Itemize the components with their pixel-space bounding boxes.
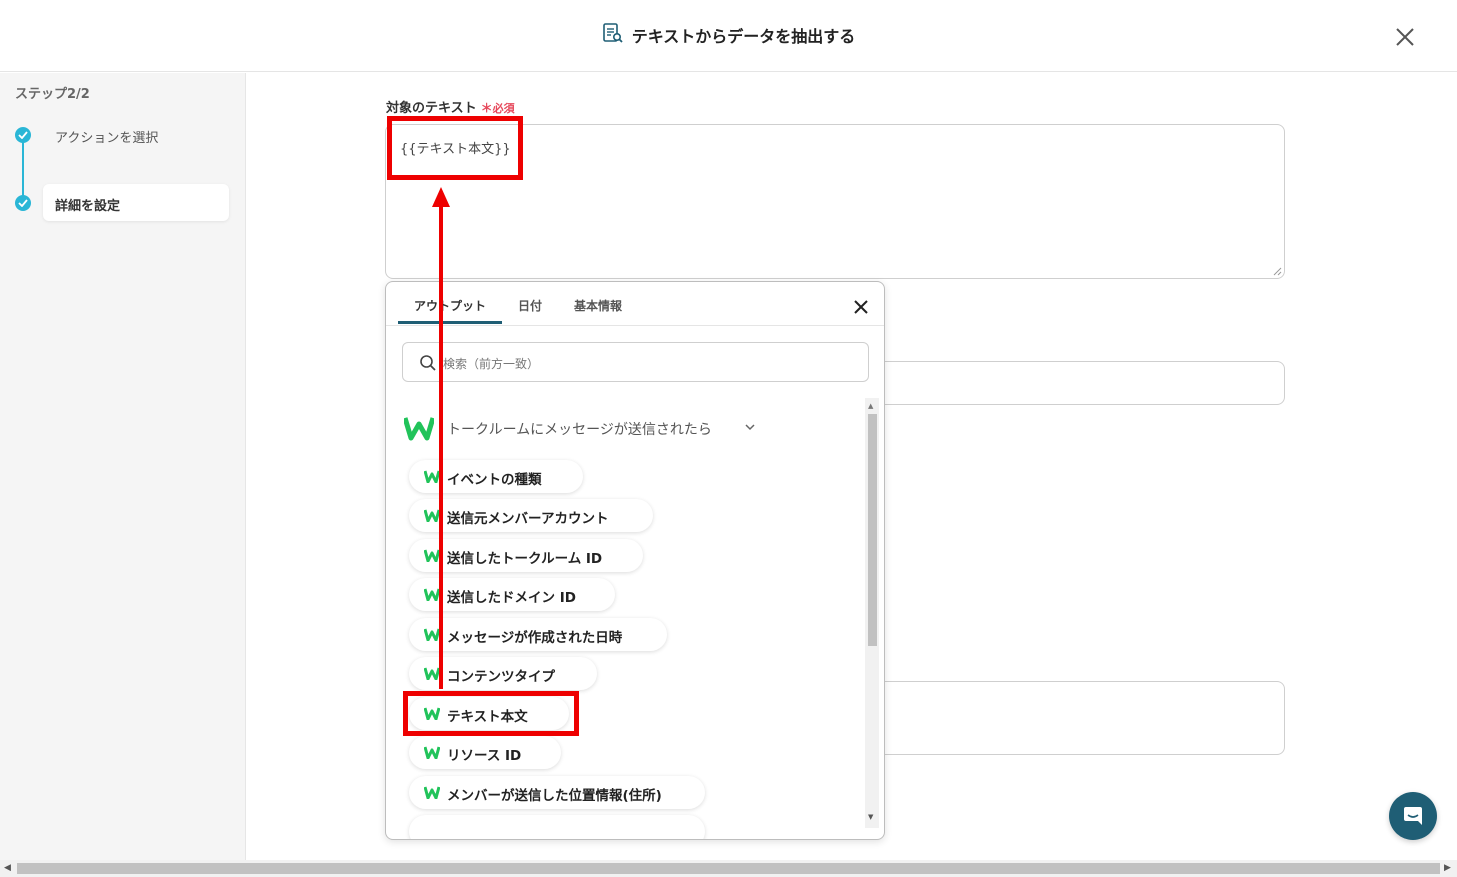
output-item[interactable]: 送信したトークルーム ID [409,539,643,572]
output-item-label: メッセージが作成された日時 [447,630,623,646]
trigger-group-title: トークルームにメッセージが送信されたら [447,422,712,438]
tab-output[interactable]: アウトプット [414,297,486,314]
scroll-left-arrow-icon[interactable]: ◀ [4,863,11,873]
horizontal-scrollbar[interactable]: ◀ ▶ [0,860,1457,877]
horizontal-scrollbar-thumb[interactable] [17,863,1440,874]
scroll-down-arrow-icon[interactable]: ▼ [868,813,873,821]
chevron-down-icon [745,424,755,431]
highlight-box-textarea [387,116,523,180]
document-search-icon [602,22,624,48]
step-select-action[interactable]: アクションを選択 [55,127,158,146]
search-input[interactable]: 検索（前方一致） [402,342,869,382]
lineworks-logo-icon [404,417,434,441]
step-connector [22,135,24,203]
tab-date[interactable]: 日付 [518,297,542,314]
output-picker-popup: アウトプット 日付 基本情報 検索（前方一致） トークルームにメッセージが送信さ… [385,281,885,840]
output-item-label: 送信したドメイン ID [447,590,576,606]
output-item-label: メンバーが送信した位置情報(住所) [447,788,662,804]
search-icon [420,355,436,371]
steps-sidebar: ステップ2/2 アクションを選択 詳細を設定 [0,73,246,861]
output-item[interactable]: メンバーが送信した位置情報(住所) [409,776,705,809]
required-mark: ＊ [480,101,493,115]
output-item-partial[interactable] [409,815,705,839]
chat-support-button[interactable] [1389,792,1437,840]
lineworks-logo-icon [424,667,440,680]
step-counter: ステップ2/2 [15,87,90,102]
lineworks-logo-icon [424,746,440,759]
required-badge: 必須 [492,102,515,115]
output-item-label: イベントの種類 [447,472,542,488]
output-item[interactable]: 送信したドメイン ID [409,578,615,611]
output-item[interactable]: 送信元メンバーアカウント [409,499,653,532]
lineworks-logo-icon [424,588,440,601]
close-icon[interactable] [1392,24,1418,50]
output-item-label: リソース ID [447,748,522,764]
search-placeholder: 検索（前方一致） [443,357,540,371]
trigger-group-header[interactable]: トークルームにメッセージが送信されたら [404,415,844,441]
step-check-icon [15,127,31,143]
step-configure-label: 詳細を設定 [55,199,121,214]
tab-basic-info[interactable]: 基本情報 [574,297,622,314]
target-text-label: 対象のテキスト ＊必須 [386,97,515,116]
modal-title-text: テキストからデータを抽出する [631,27,856,46]
lineworks-logo-icon [424,549,440,562]
target-text-label-text: 対象のテキスト [386,101,477,116]
modal-header: テキストからデータを抽出する [0,0,1457,72]
output-item-label: コンテンツタイプ [447,669,555,685]
output-item-label: 送信元メンバーアカウント [447,511,609,527]
tab-divider [386,325,884,326]
resize-grip-icon[interactable] [1272,266,1282,276]
output-item[interactable]: コンテンツタイプ [409,657,597,690]
lineworks-logo-icon [424,786,440,799]
active-tab-indicator [398,321,502,324]
lineworks-logo-icon [424,509,440,522]
scroll-up-arrow-icon[interactable]: ▲ [868,402,873,410]
output-item[interactable]: リソース ID [409,736,561,769]
step-check-icon [15,195,31,211]
chat-icon [1404,807,1422,825]
lineworks-logo-icon [424,628,440,641]
modal-title: テキストからデータを抽出する [0,22,1457,48]
popup-close-icon[interactable] [850,296,872,318]
highlight-box-text-body [403,691,579,736]
popup-scrollbar-thumb[interactable] [868,414,877,646]
output-item[interactable]: メッセージが作成された日時 [409,618,667,651]
scroll-right-arrow-icon[interactable]: ▶ [1444,863,1451,873]
lineworks-logo-icon [424,470,440,483]
output-item-label: 送信したトークルーム ID [447,551,603,567]
step-configure-details[interactable]: 詳細を設定 [43,184,229,221]
output-item[interactable]: イベントの種類 [409,460,583,493]
